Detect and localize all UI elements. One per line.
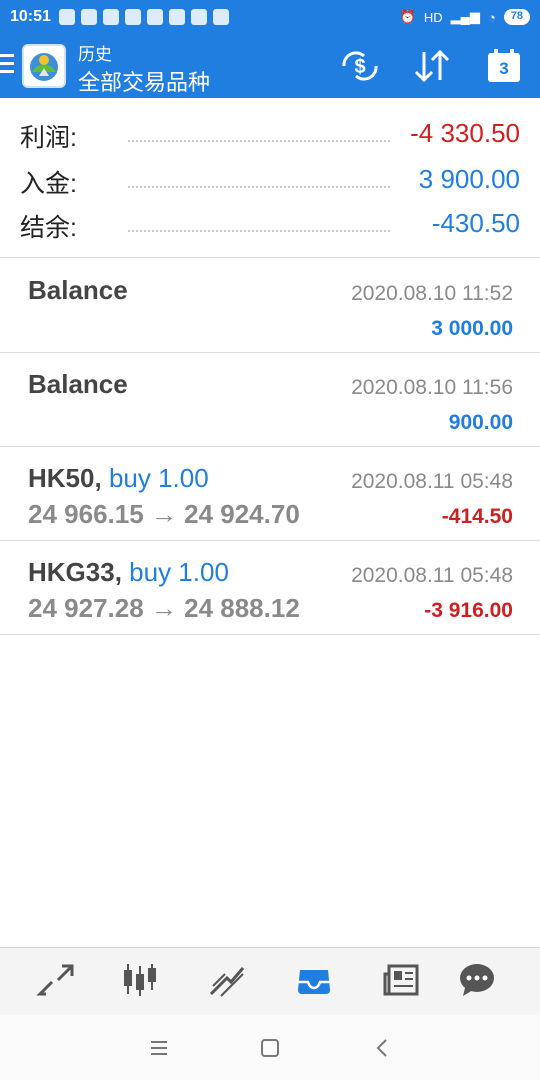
menu-icon[interactable] <box>0 54 14 76</box>
baidu-icon <box>168 9 185 25</box>
wifi-icon: ◔ <box>487 9 496 25</box>
news-icon[interactable] <box>381 960 421 1000</box>
sort-icon[interactable] <box>412 48 452 84</box>
balance-value: -430.50 <box>431 208 520 238</box>
app-icon <box>146 9 163 25</box>
dotted-leader <box>128 186 390 188</box>
status-bar: 10:51 ⏰ HD ▂▄▆ ◔ 78 <box>0 0 540 34</box>
deal-date: 2020.08.10 11:56 <box>351 376 513 399</box>
status-time: 10:51 <box>10 8 51 25</box>
deal-symbol: HKG33, buy 1.00 <box>28 557 229 587</box>
page-title: 历史 <box>78 45 112 64</box>
home-icon[interactable] <box>259 1037 281 1059</box>
deal-amount: 3 000.00 <box>431 317 513 340</box>
summary-panel: 利润: -4 330.50 入金: 3 900.00 结余: -430.50 <box>0 98 540 258</box>
deal-row[interactable]: HK50, buy 1.00 24 966.15 → 24 924.70 202… <box>0 447 540 541</box>
mail-icon <box>124 9 141 25</box>
quotes-icon[interactable] <box>36 960 76 1000</box>
profit-value: -4 330.50 <box>410 118 520 148</box>
deal-type: buy 1.00 <box>129 557 229 587</box>
calendar-day: 3 <box>499 59 509 78</box>
deal-row[interactable]: Balance 2020.08.10 11:56 900.00 <box>0 353 540 447</box>
deal-date: 2020.08.11 05:48 <box>351 564 513 587</box>
signal-icon: ▂▄▆ <box>450 9 480 24</box>
wechat-icon-2 <box>80 9 97 25</box>
deposit-value: 3 900.00 <box>418 164 520 194</box>
back-icon[interactable] <box>372 1037 394 1059</box>
dotted-leader <box>128 230 390 232</box>
deal-price: 24 966.15 → 24 924.70 <box>28 499 300 529</box>
deposit-label: 入金: <box>20 170 77 198</box>
deal-symbol: HK50, buy 1.00 <box>28 463 209 493</box>
app-logo <box>22 44 66 88</box>
system-navigation <box>0 1015 540 1080</box>
deposit-row: 入金: 3 900.00 <box>20 160 520 200</box>
deal-row[interactable]: HKG33, buy 1.00 24 927.28 → 24 888.12 20… <box>0 541 540 635</box>
deal-symbol: Balance <box>28 369 128 399</box>
wechat-icon <box>58 9 75 25</box>
dollar-sync-icon[interactable]: $ <box>340 48 380 84</box>
chart-icon[interactable] <box>120 960 160 1000</box>
link-icon <box>190 9 207 25</box>
profit-row: 利润: -4 330.50 <box>20 114 520 154</box>
signal-label: HD <box>423 9 443 25</box>
deal-price: 24 927.28 → 24 888.12 <box>28 593 300 623</box>
alarm-icon: ⏰ <box>399 9 416 24</box>
battery-indicator: 78 <box>503 9 530 25</box>
balance-label: 结余: <box>20 214 77 242</box>
bottom-navigation <box>0 947 540 1015</box>
download-icon <box>212 9 229 25</box>
deal-row[interactable]: Balance 2020.08.10 11:52 3 000.00 <box>0 259 540 353</box>
profit-label: 利润: <box>20 124 77 152</box>
notification-icons <box>58 9 229 25</box>
calendar-icon[interactable]: 3 <box>484 48 524 84</box>
trade-icon[interactable] <box>207 960 247 1000</box>
deal-date: 2020.08.10 11:52 <box>351 282 513 305</box>
symbol-filter[interactable]: 全部交易品种 <box>78 65 210 97</box>
deal-amount: 900.00 <box>448 411 513 434</box>
deal-date: 2020.08.11 05:48 <box>351 470 513 493</box>
deal-amount: -414.50 <box>441 505 513 528</box>
video-icon <box>102 9 119 25</box>
app-bar: 历史 全部交易品种 $ 3 <box>0 34 540 98</box>
svg-text:$: $ <box>354 56 365 78</box>
dotted-leader <box>128 140 390 142</box>
deal-amount: -3 916.00 <box>424 599 513 622</box>
deal-type: buy 1.00 <box>108 463 209 493</box>
chat-icon[interactable] <box>457 960 497 1000</box>
recent-apps-icon[interactable] <box>148 1037 170 1059</box>
history-icon[interactable] <box>294 960 334 1000</box>
balance-row: 结余: -430.50 <box>20 204 520 244</box>
deal-symbol: Balance <box>28 275 128 305</box>
